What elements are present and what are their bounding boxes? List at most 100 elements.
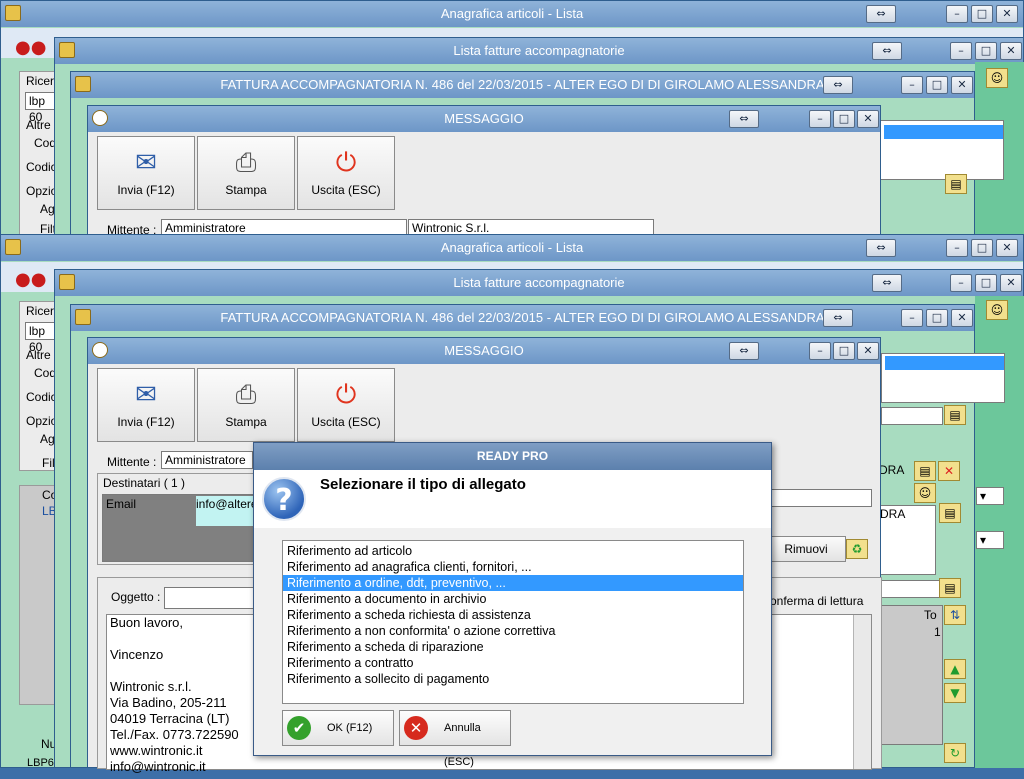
delete-icon[interactable]: ✕ xyxy=(938,461,960,481)
restore-icon[interactable]: ⇔ xyxy=(823,76,853,94)
recipients-grid[interactable]: Email info@altere xyxy=(102,494,258,562)
side-input-2[interactable] xyxy=(881,580,943,598)
list-item[interactable]: Riferimento a sollecito di pagamento xyxy=(283,671,743,687)
minimize-button[interactable]: – xyxy=(901,76,923,94)
list-item[interactable]: Riferimento a scheda di riparazione xyxy=(283,639,743,655)
invoice-window-title: FATTURA ACCOMPAGNATORIA N. 486 del 22/03… xyxy=(220,77,825,92)
restore-icon[interactable]: ⇔ xyxy=(866,239,896,257)
contacts-icon[interactable]: ☺ xyxy=(986,68,1008,88)
minimize-button[interactable]: – xyxy=(950,274,972,292)
maximize-button[interactable]: □ xyxy=(833,110,855,128)
minimize-button[interactable]: – xyxy=(901,309,923,327)
move-down-icon[interactable]: ▼ xyxy=(944,683,966,703)
folder-icon[interactable]: ▤ xyxy=(945,174,967,194)
stampa-button[interactable]: ⎙ Stampa xyxy=(197,368,295,442)
side-input[interactable] xyxy=(881,407,943,425)
cancel-button[interactable]: ✕ Annulla (ESC) xyxy=(399,710,511,768)
close-button[interactable]: ✕ xyxy=(857,110,879,128)
mittente-field[interactable]: Amministratore xyxy=(161,451,253,469)
maximize-button[interactable]: □ xyxy=(833,342,855,360)
rimuovi-button[interactable]: Rimuovi xyxy=(766,536,846,562)
email-header: Email xyxy=(106,497,137,511)
close-button[interactable]: ✕ xyxy=(996,239,1018,257)
restore-icon[interactable]: ⇔ xyxy=(872,42,902,60)
maximize-button[interactable]: □ xyxy=(926,309,948,327)
maximize-button[interactable]: □ xyxy=(975,42,997,60)
list-item-selected[interactable]: Riferimento a ordine, ddt, preventivo, .… xyxy=(283,575,743,591)
maximize-button[interactable]: □ xyxy=(971,239,993,257)
close-button[interactable]: ✕ xyxy=(1000,42,1022,60)
contacts-icon[interactable]: ☺ xyxy=(986,300,1008,320)
user-icon[interactable]: ☺ xyxy=(914,483,936,503)
minimize-button[interactable]: – xyxy=(946,5,968,23)
minimize-button[interactable]: – xyxy=(946,239,968,257)
invia-button[interactable]: ✉ Invia (F12) xyxy=(97,368,195,442)
invoices-titlebar-top: Lista fatture accompagnatorie ⇔ – □ ✕ xyxy=(55,38,1023,64)
close-button[interactable]: ✕ xyxy=(951,309,973,327)
send-mail-icon: ✉ xyxy=(135,148,157,178)
list-item[interactable]: Riferimento ad anagrafica clienti, forni… xyxy=(283,559,743,575)
app-icon xyxy=(5,239,21,255)
stampa-button[interactable]: ⎙ Stampa xyxy=(197,136,295,210)
close-button[interactable]: ✕ xyxy=(1000,274,1022,292)
dropdown-2[interactable]: ▾ xyxy=(976,531,1004,549)
close-button[interactable]: ✕ xyxy=(951,76,973,94)
list-item[interactable]: Riferimento ad articolo xyxy=(283,543,743,559)
side-list-top[interactable] xyxy=(880,120,1004,180)
destinatari-group: Destinatari ( 1 ) Email info@altere xyxy=(97,473,258,565)
cod-label: Cod xyxy=(34,366,57,380)
refresh-icon[interactable]: ↻ xyxy=(944,743,966,763)
body-scrollbar[interactable] xyxy=(853,615,871,769)
minimize-button[interactable]: – xyxy=(809,110,831,128)
left-search-panel: Ricerc lbp 60 Altre Cod Codic Opzio Ag F… xyxy=(19,301,61,471)
restore-icon[interactable]: ⇔ xyxy=(866,5,896,23)
uscita-button[interactable]: ⏻ Uscita (ESC) xyxy=(297,136,395,210)
sort-icon[interactable]: ⇅ xyxy=(944,605,966,625)
minimize-button[interactable]: – xyxy=(950,42,972,60)
restore-icon[interactable]: ⇔ xyxy=(823,309,853,327)
uscita-button[interactable]: ⏻ Uscita (ESC) xyxy=(297,368,395,442)
dra-field-1[interactable]: DRA xyxy=(876,462,910,480)
main-window-title: Anagrafica articoli - Lista xyxy=(440,240,584,255)
close-button[interactable]: ✕ xyxy=(857,342,879,360)
recipient-extra-input[interactable] xyxy=(766,489,872,507)
rimuovi-label: Rimuovi xyxy=(784,542,828,556)
side-list[interactable] xyxy=(881,353,1005,403)
minimize-button[interactable]: – xyxy=(809,342,831,360)
attachment-type-list[interactable]: Riferimento ad articolo Riferimento ad a… xyxy=(282,540,744,704)
uscita-label: Uscita (ESC) xyxy=(311,183,381,197)
oggetto-input[interactable] xyxy=(164,587,256,609)
folder-icon[interactable]: ▤ xyxy=(944,405,966,425)
conferma-lettura-label[interactable]: onferma di lettura xyxy=(770,594,863,608)
to-header: To xyxy=(924,608,937,622)
main-titlebar-top: Anagrafica articoli - Lista ⇔ – □ ✕ xyxy=(1,1,1023,27)
close-button[interactable]: ✕ xyxy=(996,5,1018,23)
move-up-icon[interactable]: ▲ xyxy=(944,659,966,679)
list-item[interactable]: Riferimento a scheda richiesta di assist… xyxy=(283,607,743,623)
folder-icon[interactable]: ▤ xyxy=(939,578,961,598)
opzioni-label: Opzio xyxy=(26,414,58,428)
invia-button[interactable]: ✉ Invia (F12) xyxy=(97,136,195,210)
maximize-button[interactable]: □ xyxy=(971,5,993,23)
invia-label: Invia (F12) xyxy=(117,415,175,429)
dra-field-2[interactable]: DRA xyxy=(876,505,936,575)
list-item[interactable]: Riferimento a contratto xyxy=(283,655,743,671)
folder-icon[interactable]: ▤ xyxy=(939,503,961,523)
email-value[interactable]: info@altere xyxy=(196,496,258,526)
cod-label: Cod xyxy=(34,136,57,150)
recycle-icon[interactable]: ♻ xyxy=(846,539,868,559)
restore-icon[interactable]: ⇔ xyxy=(872,274,902,292)
ok-button[interactable]: ✔ OK (F12) xyxy=(282,710,394,746)
restore-icon[interactable]: ⇔ xyxy=(729,110,759,128)
list-item[interactable]: Riferimento a documento in archivio xyxy=(283,591,743,607)
strawberry-icon: ●● xyxy=(15,37,47,58)
maximize-button[interactable]: □ xyxy=(975,274,997,292)
dropdown-1[interactable]: ▾ xyxy=(976,487,1004,505)
list-item[interactable]: Riferimento a non conformita' o azione c… xyxy=(283,623,743,639)
restore-icon[interactable]: ⇔ xyxy=(729,342,759,360)
message-icon xyxy=(92,342,108,358)
maximize-button[interactable]: □ xyxy=(926,76,948,94)
power-icon: ⏻ xyxy=(335,380,357,410)
invoice-titlebar-top: FATTURA ACCOMPAGNATORIA N. 486 del 22/03… xyxy=(71,72,974,98)
folder-icon[interactable]: ▤ xyxy=(914,461,936,481)
